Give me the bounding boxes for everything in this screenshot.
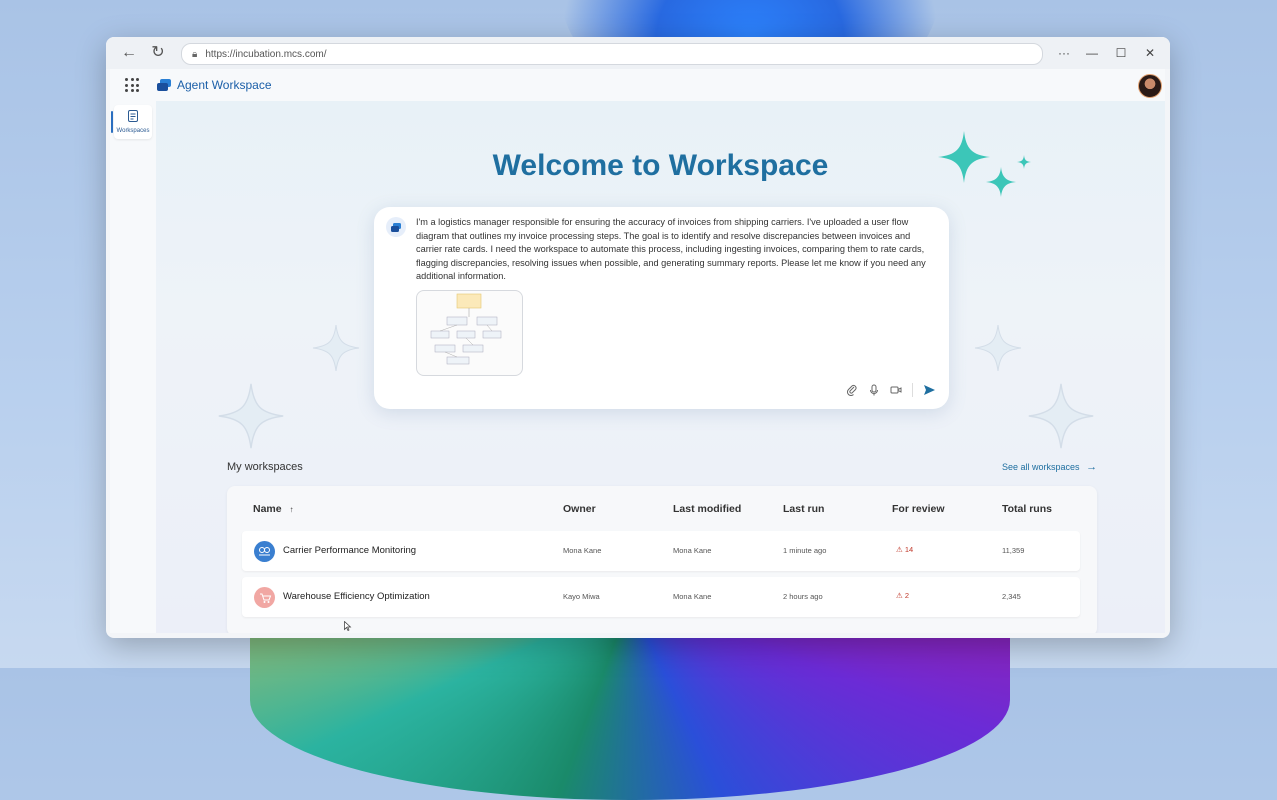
toolbar-divider [912, 383, 913, 397]
browser-window: ← ↻ 🔒︎ https://incubation.mcs.com/ ··· —… [106, 37, 1170, 638]
owner-cell: Mona Kane [563, 546, 602, 555]
sort-ascending-icon: ↑ [289, 505, 294, 514]
table-row[interactable]: Warehouse Efficiency Optimization Kayo M… [242, 577, 1080, 617]
for-review-badge[interactable]: ⚠ 14 [896, 545, 913, 554]
arrow-right-icon: → [1086, 461, 1098, 473]
column-header-owner[interactable]: Owner [563, 503, 596, 515]
workspace-row-icon [254, 587, 275, 608]
app-launcher-icon[interactable] [125, 78, 139, 92]
embossed-sparkle-icon [974, 324, 1022, 372]
minimize-icon[interactable]: — [1082, 43, 1102, 63]
back-arrow-icon[interactable]: ← [119, 43, 139, 63]
column-header-for-review[interactable]: For review [892, 503, 945, 515]
active-indicator [111, 111, 113, 133]
for-review-badge[interactable]: ⚠ 2 [896, 591, 909, 600]
for-review-count: 14 [904, 545, 914, 554]
page-title: Welcome to Workspace [492, 149, 829, 182]
see-all-workspaces-link[interactable]: See all workspaces → [1002, 461, 1097, 473]
last-modified-cell: Mona Kane [673, 546, 712, 555]
column-header-last-modified[interactable]: Last modified [673, 503, 741, 515]
warning-icon: ⚠ [896, 591, 903, 600]
maximize-icon[interactable]: ☐ [1111, 43, 1131, 63]
section-title: My workspaces [227, 461, 303, 473]
column-header-total-runs[interactable]: Total runs [1002, 503, 1052, 515]
workspace-name: Warehouse Efficiency Optimization [283, 591, 430, 602]
owner-cell: Kayo Miwa [563, 592, 600, 601]
app-area: Agent Workspace Workspaces Welcome to Wo… [110, 69, 1165, 633]
see-all-label: See all workspaces [1002, 462, 1080, 472]
embossed-sparkle-icon [1028, 383, 1094, 449]
agent-workspace-logo-icon [157, 79, 171, 91]
for-review-count: 2 [904, 591, 909, 600]
embossed-sparkle-icon [312, 324, 360, 372]
refresh-icon[interactable]: ↻ [148, 43, 168, 63]
prompt-text[interactable]: I'm a logistics manager responsible for … [416, 216, 936, 284]
column-header-name[interactable]: Name ↑ [253, 503, 294, 515]
video-icon[interactable] [890, 384, 902, 396]
prompt-toolbar [846, 383, 935, 397]
attach-icon[interactable] [846, 384, 858, 397]
table-row[interactable]: Carrier Performance Monitoring Mona Kane… [242, 531, 1080, 571]
workspace-row-icon [254, 541, 275, 562]
app-header: Agent Workspace [110, 69, 1165, 101]
address-bar[interactable]: 🔒︎ https://incubation.mcs.com/ [181, 43, 1043, 65]
copilot-avatar-icon [386, 217, 406, 237]
total-runs-cell: 2,345 [1002, 592, 1021, 601]
column-label: Name [253, 503, 282, 515]
last-run-cell: 1 minute ago [783, 546, 827, 555]
workspaces-table: Name ↑ Owner Last modified Last run For … [227, 486, 1097, 633]
more-icon[interactable]: ··· [1054, 43, 1074, 63]
prompt-card: I'm a logistics manager responsible for … [374, 207, 949, 409]
app-title[interactable]: Agent Workspace [177, 78, 272, 92]
workspace-name: Carrier Performance Monitoring [283, 545, 417, 556]
last-run-cell: 2 hours ago [783, 592, 823, 601]
main-content: Welcome to Workspace I'm a logistics man… [156, 101, 1165, 633]
send-icon[interactable] [923, 384, 935, 396]
attached-diagram-thumbnail[interactable] [416, 290, 523, 376]
column-header-last-run[interactable]: Last run [783, 503, 824, 515]
sidebar: Workspaces [110, 101, 156, 633]
embossed-sparkle-icon [218, 383, 284, 449]
total-runs-cell: 11,359 [1002, 546, 1025, 555]
warning-icon: ⚠ [896, 545, 903, 554]
user-avatar[interactable] [1138, 74, 1162, 98]
close-icon[interactable]: ✕ [1140, 43, 1160, 63]
last-modified-cell: Mona Kane [673, 592, 712, 601]
workspace-icon [128, 110, 138, 122]
url-text: https://incubation.mcs.com/ [205, 48, 327, 60]
sidebar-item-label: Workspaces [116, 128, 150, 134]
mouse-cursor-icon [344, 621, 352, 631]
lock-icon: 🔒︎ [192, 48, 198, 60]
microphone-icon[interactable] [868, 384, 880, 396]
sidebar-item-workspaces[interactable]: Workspaces [111, 105, 152, 139]
browser-titlebar: ← ↻ 🔒︎ https://incubation.mcs.com/ ··· —… [106, 37, 1170, 69]
